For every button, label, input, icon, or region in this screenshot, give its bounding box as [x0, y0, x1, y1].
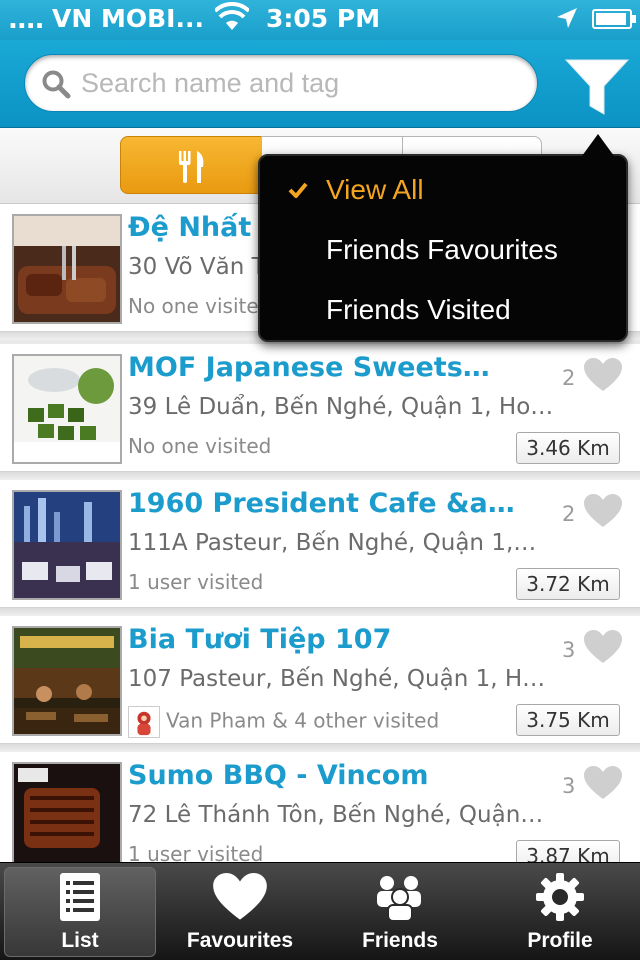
bottom-tab-bar: List Favourites Friends Profile [0, 862, 640, 960]
signal-strength-icon: .... [8, 5, 45, 35]
heart-icon[interactable] [584, 766, 622, 800]
restaurant-photo [12, 626, 122, 736]
list-item[interactable]: MOF Japanese Sweets… 39 Lê Duẩn, Bến Ngh… [0, 344, 640, 480]
dropdown-caret [582, 134, 614, 156]
restaurant-address: 39 Lê Duẩn, Bến Nghé, Quận 1, Ho… [128, 394, 554, 420]
favourite-count: 2 [562, 502, 576, 526]
filter-option-label: View All [326, 174, 424, 205]
heart-icon[interactable] [584, 494, 622, 528]
list-item[interactable]: Bia Tươi Tiệp 107 107 Pasteur, Bến Nghé,… [0, 616, 640, 752]
visited-status: No one visited [128, 294, 272, 318]
restaurant-name[interactable]: 1960 President Cafe &a… [128, 488, 548, 519]
tab-list[interactable]: List [0, 863, 160, 960]
restaurant-name[interactable]: Sumo BBQ - Vincom [128, 760, 548, 791]
visited-text: Van Pham & 4 other visited [166, 708, 440, 733]
list-item[interactable]: Sumo BBQ - Vincom 72 Lê Thánh Tôn, Bến N… [0, 752, 640, 888]
tab-favourites[interactable]: Favourites [160, 863, 320, 960]
restaurant-photo [12, 354, 122, 464]
favourite-count: 3 [562, 638, 576, 662]
restaurant-address: 111A Pasteur, Bến Nghé, Quận 1,… [128, 530, 537, 556]
tab-label: Friends [362, 929, 438, 952]
visited-status: 1 user visited [128, 570, 264, 594]
tab-label: Profile [527, 929, 593, 952]
favourite-count: 2 [562, 366, 576, 390]
distance-badge: 3.75 Km [516, 704, 620, 736]
search-input[interactable] [81, 63, 521, 103]
checkmark-icon [288, 182, 308, 198]
category-tab-food[interactable] [120, 136, 262, 194]
visited-status: Van Pham & 4 other visited [128, 706, 439, 738]
tab-label: Favourites [186, 929, 294, 952]
visited-status: No one visited [128, 434, 272, 458]
distance-badge: 3.72 Km [516, 568, 620, 600]
wifi-icon [215, 2, 249, 30]
heart-icon[interactable] [584, 358, 622, 392]
carrier-name: VN MOBI... [52, 4, 204, 33]
tab-label: List [61, 929, 99, 952]
filter-icon[interactable] [564, 52, 630, 118]
filter-dropdown-menu: View All Friends Favourites Friends Visi… [258, 134, 628, 342]
status-bar: .... VN MOBI... 3:05 PM [0, 0, 640, 40]
header-bar [0, 40, 640, 128]
friends-icon [377, 876, 421, 921]
tab-friends[interactable]: Friends [320, 863, 480, 960]
restaurant-address: 107 Pasteur, Bến Nghé, Quận 1, Ho… [128, 666, 558, 692]
restaurant-photo [12, 214, 122, 324]
restaurant-name[interactable]: Bia Tươi Tiệp 107 [128, 624, 548, 655]
search-box[interactable] [24, 54, 538, 112]
tab-profile[interactable]: Profile [480, 863, 640, 960]
restaurant-address: 72 Lê Thánh Tôn, Bến Nghé, Quận… [128, 802, 544, 828]
filter-option-view-all[interactable]: View All [260, 160, 626, 220]
restaurant-name[interactable]: MOF Japanese Sweets… [128, 352, 548, 383]
heart-icon [213, 873, 267, 920]
filter-option-label: Friends Visited [326, 294, 511, 325]
restaurant-photo [12, 762, 122, 872]
heart-icon[interactable] [584, 630, 622, 664]
status-time: 3:05 PM [266, 4, 381, 33]
filter-option-friends-favourites[interactable]: Friends Favourites [260, 220, 626, 280]
filter-option-label: Friends Favourites [326, 234, 558, 265]
favourite-count: 3 [562, 774, 576, 798]
filter-option-friends-visited[interactable]: Friends Visited [260, 280, 626, 340]
list-icon [60, 873, 100, 921]
distance-badge: 3.46 Km [516, 432, 620, 464]
gear-icon [536, 873, 584, 921]
battery-icon [592, 9, 636, 29]
restaurant-photo [12, 490, 122, 600]
search-icon [42, 70, 71, 99]
cutlery-icon [179, 151, 204, 183]
friend-avatar [128, 706, 160, 738]
list-item[interactable]: 1960 President Cafe &a… 111A Pasteur, Bế… [0, 480, 640, 616]
location-arrow-icon [557, 8, 577, 28]
